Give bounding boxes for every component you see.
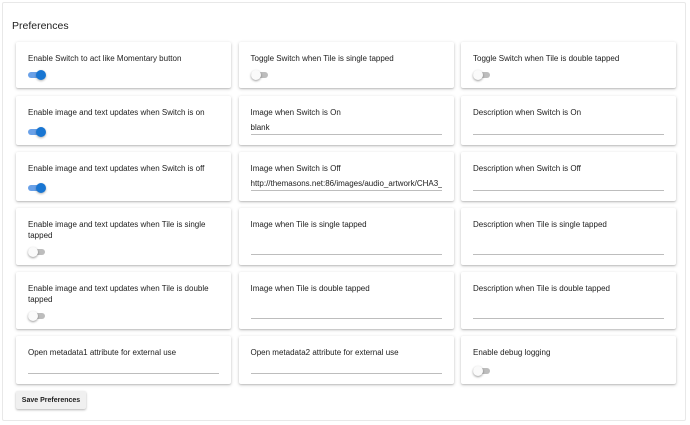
preferences-grid: Enable Switch to act like Momentary butt… xyxy=(16,42,680,384)
pref-label: Image when Tile is single tapped xyxy=(250,220,367,229)
single-tap-toggle-switch[interactable] xyxy=(250,69,269,80)
pref-card-updates-switch-off: Enable image and text updates when Switc… xyxy=(16,152,231,201)
pref-card-updates-single-tap: Enable image and text updates when Tile … xyxy=(16,208,231,265)
pref-label: Open metadata2 attribute for external us… xyxy=(250,348,399,357)
image-single-tap-input[interactable] xyxy=(250,242,442,255)
pref-label: Toggle Switch when Tile is double tapped xyxy=(473,54,620,63)
metadata2-input[interactable] xyxy=(250,361,442,374)
pref-card-debug-logging: Enable debug logging xyxy=(461,336,676,384)
pref-card-image-switch-off: Image when Switch is Off http://themason… xyxy=(238,152,454,201)
momentary-toggle-switch[interactable] xyxy=(28,69,46,80)
pref-label: Open metadata1 attribute for external us… xyxy=(28,348,177,357)
image-double-tap-input[interactable] xyxy=(250,306,442,319)
pref-card-momentary: Enable Switch to act like Momentary butt… xyxy=(16,42,231,88)
image-switch-on-input[interactable]: blank xyxy=(250,122,442,135)
pref-card-desc-switch-on: Description when Switch is On xyxy=(461,96,676,145)
section-title: Preferences xyxy=(12,20,69,32)
pref-card-desc-switch-off: Description when Switch is Off xyxy=(461,152,676,201)
pref-label: Enable image and text updates when Tile … xyxy=(28,220,206,240)
updates-switch-off-switch[interactable] xyxy=(28,182,46,193)
pref-card-updates-switch-on: Enable image and text updates when Switc… xyxy=(16,96,231,145)
pref-card-image-double-tap: Image when Tile is double tapped xyxy=(238,272,454,329)
updates-switch-on-switch[interactable] xyxy=(28,126,46,137)
debug-logging-switch[interactable] xyxy=(473,365,491,376)
image-switch-off-input[interactable]: http://themasons.net:86/images/audio_art… xyxy=(250,178,442,191)
pref-card-desc-single-tap: Description when Tile is single tapped xyxy=(461,208,676,265)
pref-card-image-switch-on: Image when Switch is On blank xyxy=(238,96,454,145)
pref-label: Image when Switch is On xyxy=(250,108,341,117)
pref-label: Image when Switch is Off xyxy=(250,164,341,173)
desc-switch-off-input[interactable] xyxy=(473,178,664,191)
pref-card-desc-double-tap: Description when Tile is double tapped xyxy=(461,272,676,329)
pref-label: Enable debug logging xyxy=(473,348,551,357)
pref-label: Description when Tile is double tapped xyxy=(473,284,610,293)
pref-card-metadata2: Open metadata2 attribute for external us… xyxy=(238,336,454,384)
pref-card-double-tap-toggle: Toggle Switch when Tile is double tapped xyxy=(461,42,676,88)
pref-label: Description when Tile is single tapped xyxy=(473,220,607,229)
pref-label: Toggle Switch when Tile is single tapped xyxy=(250,54,394,63)
pref-label: Description when Switch is On xyxy=(473,108,582,117)
desc-double-tap-input[interactable] xyxy=(473,306,664,319)
pref-label: Image when Tile is double tapped xyxy=(250,284,370,293)
updates-single-tap-switch[interactable] xyxy=(28,246,46,257)
pref-label: Enable image and text updates when Tile … xyxy=(28,284,209,304)
pref-label: Enable image and text updates when Switc… xyxy=(28,108,205,117)
pref-card-updates-double-tap: Enable image and text updates when Tile … xyxy=(16,272,231,329)
metadata1-input[interactable] xyxy=(28,361,219,374)
pref-card-image-single-tap: Image when Tile is single tapped xyxy=(238,208,454,265)
double-tap-toggle-switch[interactable] xyxy=(473,69,491,80)
pref-label: Enable image and text updates when Switc… xyxy=(28,164,205,173)
pref-label: Enable Switch to act like Momentary butt… xyxy=(28,54,182,63)
updates-double-tap-switch[interactable] xyxy=(28,310,46,321)
desc-switch-on-input[interactable] xyxy=(473,122,664,135)
save-preferences-button[interactable]: Save Preferences xyxy=(16,391,86,409)
pref-label: Description when Switch is Off xyxy=(473,164,581,173)
pref-card-metadata1: Open metadata1 attribute for external us… xyxy=(16,336,231,384)
desc-single-tap-input[interactable] xyxy=(473,242,664,255)
pref-card-single-tap-toggle: Toggle Switch when Tile is single tapped xyxy=(238,42,454,88)
